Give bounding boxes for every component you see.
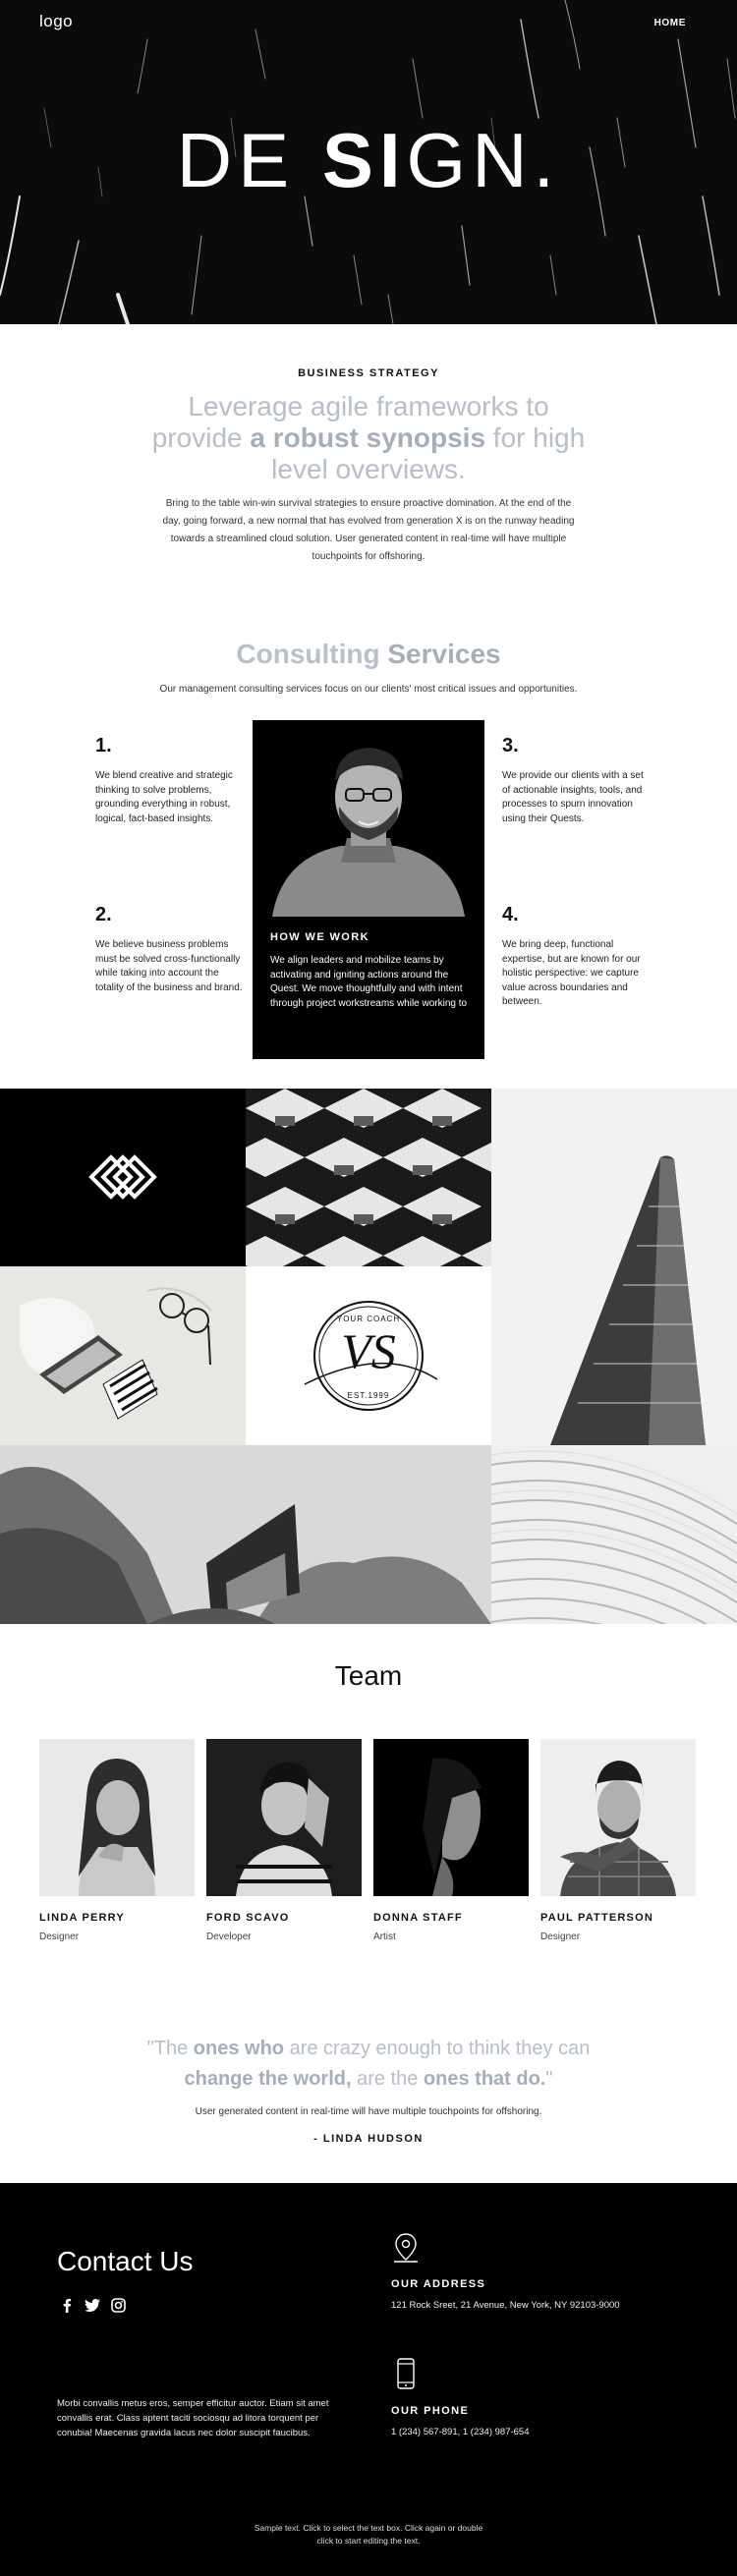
service-number: 3. (502, 735, 519, 756)
site-logo[interactable]: logo (39, 12, 73, 31)
balconies-image (246, 1089, 491, 1266)
team-member-card: LINDA PERRY Designer (39, 1739, 195, 1942)
address-title: OUR ADDRESS (391, 2278, 486, 2290)
how-we-work-title: HOW WE WORK (270, 931, 369, 943)
team-member-role: Designer (39, 1932, 80, 1942)
service-text: We believe business problems must be sol… (95, 939, 243, 993)
phone-value: 1 (234) 567-891, 1 (234) 987-654 (391, 2427, 530, 2437)
how-we-work-text: We align leaders and mobilize teams by a… (270, 955, 468, 1009)
service-item-4: 4. We bring deep, functional expertise, … (502, 904, 650, 1010)
facebook-icon[interactable] (59, 2297, 75, 2313)
team-member-name: DONNA STAFF (373, 1912, 463, 1924)
instagram-icon[interactable] (110, 2297, 126, 2313)
address-block: OUR ADDRESS 121 Rock Sreet, 21 Avenue, N… (391, 2232, 620, 2311)
service-item-1: 1. We blend creative and strategic think… (95, 735, 243, 826)
hero-title: DE SIGN. (176, 117, 561, 203)
contact-footer: Contact Us Morbi convallis metus eros, s… (0, 2183, 737, 2576)
social-links (59, 2297, 126, 2313)
quote-subtext: User generated content in real-time will… (195, 2106, 542, 2117)
phone-title: OUR PHONE (391, 2405, 470, 2417)
strategy-lead: Leverage agile frameworks to provide a r… (151, 391, 586, 484)
team-member-photo (206, 1739, 362, 1896)
footer-note-line-1: Sample text. Click to select the text bo… (254, 2523, 483, 2533)
coach-badge-icon: VS YOUR COACH EST.1999 (304, 1301, 438, 1411)
team-member-name: FORD SCAVO (206, 1912, 290, 1924)
footer-sample-note[interactable]: Sample text. Click to select the text bo… (0, 2522, 737, 2548)
diamond-logo-icon (88, 1154, 157, 1200)
testimonial-quote: "The ones who are crazy enough to think … (146, 2038, 591, 2090)
team-member-name: LINDA PERRY (39, 1912, 125, 1924)
desk-laptop-image (0, 1266, 246, 1445)
team-member-card: PAUL PATTERSON Designer (540, 1739, 696, 1942)
strategy-paragraph: Bring to the table win-win survival stra… (162, 498, 575, 562)
service-number: 4. (502, 904, 519, 925)
hero-section: logo HOME DE SIGN. (0, 0, 737, 324)
quote-author: - LINDA HUDSON (313, 2133, 424, 2145)
service-number: 1. (95, 735, 112, 756)
nav-home-link[interactable]: HOME (654, 18, 686, 28)
service-item-3: 3. We provide our clients with a set of … (502, 735, 650, 826)
map-pin-icon (394, 2233, 418, 2263)
service-text: We blend creative and strategic thinking… (95, 770, 233, 824)
mountain-house-image (0, 1445, 491, 1624)
services-subtitle: Our management consulting services focus… (159, 684, 578, 695)
how-we-work-card: HOW WE WORK We align leaders and mobiliz… (253, 720, 484, 1059)
team-member-name: PAUL PATTERSON (540, 1912, 653, 1924)
service-text: We provide our clients with a set of act… (502, 770, 644, 824)
team-member-photo (373, 1739, 529, 1896)
phone-block: OUR PHONE 1 (234) 567-891, 1 (234) 987-6… (391, 2357, 530, 2437)
footer-text: Morbi convallis metus eros, semper effic… (57, 2398, 329, 2438)
badge-top-text: YOUR COACH (337, 1315, 400, 1323)
team-member-photo (39, 1739, 195, 1896)
badge-monogram: VS (341, 1323, 396, 1378)
phone-icon (397, 2358, 415, 2389)
services-title: Consulting Services (236, 639, 501, 669)
team-member-role: Artist (373, 1932, 396, 1942)
twitter-icon[interactable] (85, 2297, 100, 2313)
contact-title: Contact Us (57, 2246, 194, 2276)
service-text: We bring deep, functional expertise, but… (502, 939, 641, 1007)
team-member-card: FORD SCAVO Developer (206, 1739, 362, 1942)
flatiron-building-image (491, 1089, 737, 1445)
team-member-role: Designer (540, 1932, 581, 1942)
service-number: 2. (95, 904, 112, 925)
image-mosaic: VS YOUR COACH EST.1999 (0, 1089, 737, 1624)
team-member-photo (540, 1739, 696, 1896)
white-architecture-image (491, 1445, 737, 1624)
diamond-logo-tile (0, 1089, 246, 1266)
address-value: 121 Rock Sreet, 21 Avenue, New York, NY … (391, 2300, 620, 2311)
team-title: Team (334, 1660, 403, 1691)
coach-badge-tile: VS YOUR COACH EST.1999 (246, 1266, 491, 1445)
section-label-business-strategy: BUSINESS STRATEGY (298, 367, 439, 379)
team-member-card: DONNA STAFF Artist (373, 1739, 529, 1942)
team-member-role: Developer (206, 1932, 252, 1942)
service-item-2: 2. We believe business problems must be … (95, 904, 243, 995)
consultant-portrait-image (253, 720, 484, 917)
footer-note-line-2: click to start editing the text. (316, 2536, 421, 2546)
badge-bottom-text: EST.1999 (348, 1391, 390, 1400)
